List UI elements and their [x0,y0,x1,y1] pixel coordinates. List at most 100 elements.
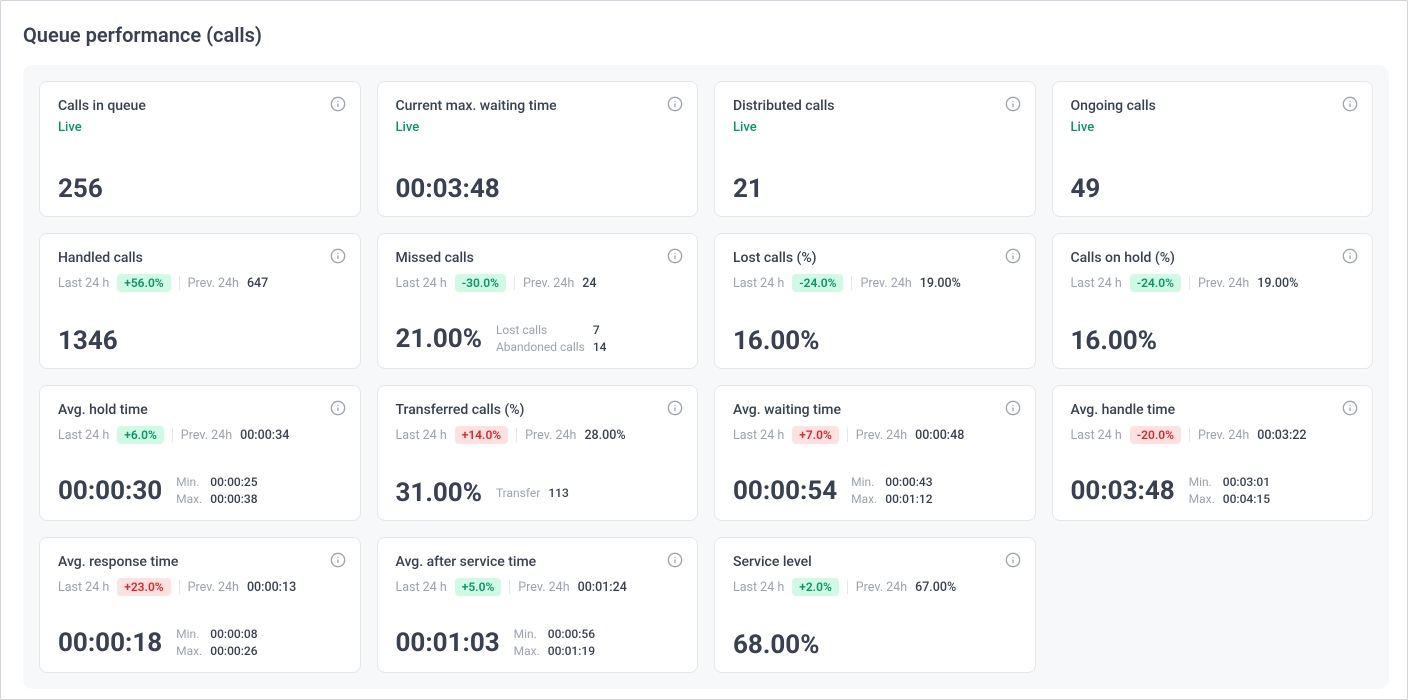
card-title: Distributed calls [733,98,1017,114]
min-value: 00:00:43 [885,475,932,489]
min-value: 00:03:01 [1223,475,1270,489]
card-transferred-calls-pct: Transferred calls (%)Last 24 h+14.0%Prev… [377,385,699,521]
card-title: Ongoing calls [1071,98,1355,114]
prev-24h-value: 647 [247,276,268,291]
prev-24h-value: 24 [582,276,596,291]
extra-label: Abandoned calls [496,340,585,354]
meta-row: Last 24 h+2.0%Prev. 24h67.00% [733,578,1017,596]
info-icon[interactable] [667,96,683,112]
min-max-stats: Min.00:03:01Max.00:04:15 [1189,475,1270,506]
max-value: 00:00:38 [210,492,257,506]
info-icon[interactable] [667,552,683,568]
max-label: Max. [176,644,202,658]
card-avg-after-service-time: Avg. after service timeLast 24 h+5.0%Pre… [377,537,699,673]
info-icon[interactable] [1005,248,1021,264]
delta-chip: +23.0% [117,578,170,596]
value-row: 21.00%Lost calls7Abandoned calls14 [396,305,680,354]
prev-24h-label: Prev. 24h [523,276,574,291]
divider [179,276,180,290]
info-icon[interactable] [667,248,683,264]
info-icon[interactable] [1005,552,1021,568]
metric-value: 00:03:48 [1071,478,1175,504]
divider [851,276,852,290]
card-current-max-waiting-time: Current max. waiting timeLive00:03:48 [377,81,699,217]
prev-24h-label: Prev. 24h [181,428,232,443]
delta-chip: +2.0% [792,578,839,596]
meta-row: Last 24 h+6.0%Prev. 24h00:00:34 [58,426,342,444]
extra-label: Transfer [496,486,540,500]
min-value: 00:00:25 [210,475,257,489]
max-value: 00:01:19 [548,644,595,658]
max-label: Max. [176,492,202,506]
live-label: Live [58,120,342,135]
card-title: Avg. waiting time [733,402,1017,418]
card-title: Lost calls (%) [733,250,1017,266]
min-max-stats: Min.00:00:08Max.00:00:26 [176,627,257,658]
metric-value: 21.00% [396,326,482,352]
meta-row: Last 24 h-20.0%Prev. 24h00:03:22 [1071,426,1355,444]
metric-value: 00:00:30 [58,478,162,504]
delta-chip: -30.0% [455,274,506,292]
cards-panel: Calls in queueLive256Current max. waitin… [23,65,1389,689]
card-avg-waiting-time: Avg. waiting timeLast 24 h+7.0%Prev. 24h… [714,385,1036,521]
info-icon[interactable] [1342,248,1358,264]
live-label: Live [1071,120,1355,135]
card-title: Handled calls [58,250,342,266]
card-title: Calls on hold (%) [1071,250,1355,266]
max-label: Max. [1189,492,1215,506]
meta-row: Last 24 h+5.0%Prev. 24h00:01:24 [396,578,680,596]
info-icon[interactable] [1005,400,1021,416]
meta-row: Last 24 h-24.0%Prev. 24h19.00% [1071,274,1355,292]
delta-chip: -24.0% [792,274,843,292]
delta-chip: +5.0% [455,578,502,596]
last-24h-label: Last 24 h [396,580,447,595]
last-24h-label: Last 24 h [396,276,447,291]
delta-chip: +14.0% [455,426,508,444]
card-service-level: Service levelLast 24 h+2.0%Prev. 24h67.0… [714,537,1036,673]
last-24h-label: Last 24 h [733,276,784,291]
value-row: 00:00:30Min.00:00:25Max.00:00:38 [58,457,342,506]
last-24h-label: Last 24 h [733,580,784,595]
metric-value: 00:00:18 [58,630,162,656]
max-label: Max. [514,644,540,658]
delta-chip: +7.0% [792,426,839,444]
info-icon[interactable] [330,96,346,112]
divider [172,428,173,442]
prev-24h-value: 00:00:48 [915,428,964,443]
info-icon[interactable] [1342,400,1358,416]
prev-24h-label: Prev. 24h [1198,428,1249,443]
metric-value: 00:03:48 [396,158,680,202]
live-label: Live [396,120,680,135]
value-row: 00:01:03Min.00:00:56Max.00:01:19 [396,609,680,658]
last-24h-label: Last 24 h [1071,276,1122,291]
metric-value: 16.00% [733,328,819,354]
card-calls-on-hold-pct: Calls on hold (%) Last 24 h-24.0%Prev. 24… [1052,233,1374,369]
info-icon[interactable] [1342,96,1358,112]
metric-value: 49 [1071,158,1355,202]
last-24h-label: Last 24 h [733,428,784,443]
metric-value: 68.00% [733,632,819,658]
page-title: Queue performance (calls) [23,23,1389,47]
value-row: 00:00:54Min.00:00:43Max.00:01:12 [733,457,1017,506]
card-title: Avg. response time [58,554,342,570]
extra-stats: Transfer113 [496,486,569,500]
info-icon[interactable] [667,400,683,416]
divider [847,428,848,442]
prev-24h-value: 19.00% [920,276,961,291]
metric-value: 31.00% [396,480,482,506]
info-icon[interactable] [330,400,346,416]
max-label: Max. [851,492,877,506]
info-icon[interactable] [1005,96,1021,112]
card-ongoing-calls: Ongoing calls Live 49 [1052,81,1374,217]
meta-row: Last 24 h+14.0%Prev. 24h28.00% [396,426,680,444]
card-lost-calls-pct: Lost calls (%)Last 24 h-24.0%Prev. 24h19… [714,233,1036,369]
info-icon[interactable] [330,552,346,568]
info-icon[interactable] [330,248,346,264]
card-title: Avg. hold time [58,402,342,418]
delta-chip: -20.0% [1130,426,1181,444]
card-title: Avg. handle time [1071,402,1355,418]
max-value: 00:01:12 [885,492,932,506]
card-avg-hold-time: Avg. hold time Last 24 h+6.0%Prev. 24h00:… [39,385,361,521]
last-24h-label: Last 24 h [58,580,109,595]
value-row: 16.00% [733,310,1017,354]
